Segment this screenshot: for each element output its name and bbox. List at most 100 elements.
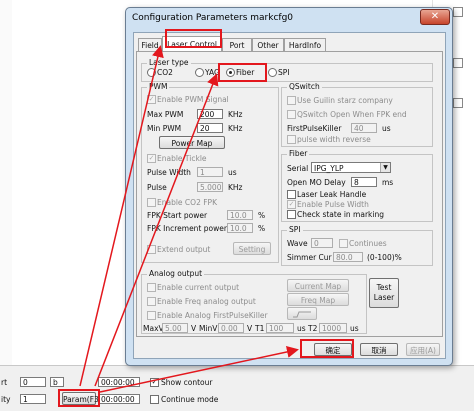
laser-leak-handle-checkbox[interactable] bbox=[287, 190, 296, 199]
background-checkbox[interactable] bbox=[453, 98, 463, 108]
continue-mode-checkbox[interactable] bbox=[150, 395, 159, 404]
use-guilin-label: Use Guilin starz company bbox=[297, 96, 393, 105]
pulse-width-reverse-label: pulse width reverse bbox=[297, 135, 371, 144]
wave-label: Wave bbox=[287, 239, 308, 248]
radio-co2-label: CO2 bbox=[157, 68, 173, 77]
check-state-checkbox[interactable] bbox=[287, 210, 296, 219]
radio-yag[interactable] bbox=[195, 68, 204, 77]
enable-current-output-checkbox[interactable] bbox=[147, 283, 156, 292]
max-pwm-input[interactable]: 200 bbox=[197, 109, 223, 119]
open-mo-delay-input[interactable]: 8 bbox=[351, 177, 377, 187]
simmer-cur-input[interactable]: 80.0 bbox=[333, 252, 363, 262]
show-contour-checkbox[interactable]: ✓ bbox=[150, 378, 159, 387]
enable-tickle-checkbox[interactable]: ✓ bbox=[147, 154, 156, 163]
max-v-unit: V bbox=[191, 324, 197, 333]
pulse-width-label: Pulse Width bbox=[147, 168, 191, 177]
row1-time-field[interactable]: 00:00:00 bbox=[98, 377, 140, 387]
simmer-cur-unit: (0-100)% bbox=[367, 253, 402, 262]
row2-time-field[interactable]: 00:00:00 bbox=[98, 394, 140, 404]
t1-unit: us bbox=[297, 324, 306, 333]
tab-other[interactable]: Other bbox=[252, 38, 284, 52]
row2-value-field[interactable]: 1 bbox=[20, 394, 46, 404]
freq-map-button[interactable]: Freq Map bbox=[287, 293, 349, 306]
max-v-label: MaxV bbox=[143, 324, 164, 333]
enable-pwm-signal-checkbox[interactable]: ✓ bbox=[147, 95, 156, 104]
close-button[interactable]: ✕ bbox=[420, 9, 450, 25]
dialog-title: Configuration Parameters markcfg0 bbox=[132, 13, 294, 23]
enable-freq-analog-checkbox[interactable] bbox=[147, 297, 156, 306]
min-pwm-input[interactable]: 20 bbox=[197, 123, 223, 133]
max-pwm-label: Max PWM bbox=[147, 110, 184, 119]
dialog-titlebar[interactable]: Configuration Parameters markcfg0 ✕ bbox=[126, 8, 452, 30]
close-icon: ✕ bbox=[430, 11, 440, 22]
enable-pulse-width-label: Enable Pulse Width bbox=[297, 200, 369, 209]
current-map-button[interactable]: Current Map bbox=[287, 279, 349, 292]
min-v-unit: V bbox=[247, 324, 253, 333]
max-pwm-unit: KHz bbox=[228, 110, 243, 119]
test-laser-button[interactable]: Test Laser bbox=[369, 278, 399, 308]
pulse-width-input[interactable]: 1 bbox=[197, 167, 223, 177]
fpk-start-power-input[interactable]: 10.0 bbox=[227, 210, 253, 220]
continue-mode-label: Continue mode bbox=[161, 395, 219, 404]
dialog-client-area: Field Laser Control Port Other HardInfo … bbox=[133, 32, 446, 359]
row1-value-field[interactable]: 0 bbox=[20, 377, 46, 387]
first-pulse-killer-unit: us bbox=[382, 124, 391, 133]
row1-label: rt bbox=[1, 378, 8, 387]
waveform-button[interactable] bbox=[287, 307, 317, 320]
continues-checkbox[interactable] bbox=[339, 239, 348, 248]
laser-leak-handle-label: Laser Leak Handle bbox=[297, 190, 367, 199]
row2-label: ity bbox=[1, 395, 11, 404]
annotation-box-ok-button bbox=[300, 339, 354, 358]
pulse-input[interactable]: 5.000 bbox=[197, 182, 223, 192]
extend-output-checkbox[interactable] bbox=[147, 245, 156, 254]
enable-pulse-width-checkbox[interactable]: ✓ bbox=[287, 200, 296, 209]
min-v-input[interactable]: 0.00 bbox=[218, 323, 244, 333]
first-pulse-killer-input[interactable]: 40 bbox=[351, 123, 377, 133]
fpk-increment-power-label: FPK Increment power bbox=[147, 224, 227, 233]
setting-button[interactable]: Setting bbox=[233, 242, 271, 255]
fpk-increment-power-unit: % bbox=[258, 224, 266, 233]
tab-hardinfo[interactable]: HardInfo bbox=[284, 38, 326, 52]
annotation-box-laser-control-tab bbox=[165, 29, 222, 48]
background-checkbox[interactable] bbox=[453, 58, 463, 68]
power-map-button[interactable]: Power Map bbox=[159, 136, 225, 149]
qswitch-open-checkbox[interactable] bbox=[287, 110, 296, 119]
min-pwm-unit: KHz bbox=[228, 124, 243, 133]
radio-spi-label: SPI bbox=[278, 68, 290, 77]
apply-button[interactable]: 应用(A) bbox=[406, 343, 440, 356]
t1-input[interactable]: 100 bbox=[266, 323, 294, 333]
tab-field[interactable]: Field bbox=[138, 38, 162, 52]
t1-label: T1 bbox=[255, 324, 265, 333]
waveform-icon bbox=[293, 311, 311, 318]
enable-freq-analog-label: Enable Freq analog output bbox=[157, 297, 256, 306]
pulse-width-unit: us bbox=[228, 168, 237, 177]
annotation-box-fiber-radio bbox=[218, 63, 267, 82]
enable-analog-fpk-checkbox[interactable] bbox=[147, 311, 156, 320]
tab-port[interactable]: Port bbox=[222, 38, 252, 52]
enable-pwm-signal-label: Enable PWM Signal bbox=[157, 95, 229, 104]
t2-input[interactable]: 1000 bbox=[319, 323, 347, 333]
simmer-cur-label: Simmer Cur bbox=[287, 253, 332, 262]
min-v-label: MinV bbox=[199, 324, 218, 333]
max-v-input[interactable]: 5.00 bbox=[162, 323, 188, 333]
enable-analog-fpk-label: Enable Analog FirstPulseKiller bbox=[157, 311, 268, 320]
configuration-dialog: Configuration Parameters markcfg0 ✕ Fiel… bbox=[125, 7, 453, 366]
background-checkbox[interactable] bbox=[453, 7, 463, 17]
use-guilin-checkbox[interactable] bbox=[287, 96, 296, 105]
open-mo-delay-unit: ms bbox=[382, 178, 394, 187]
serial-select[interactable]: IPG_YLP ▼ bbox=[311, 162, 391, 173]
extend-output-label: Extend output bbox=[157, 245, 211, 254]
wave-input[interactable]: 0 bbox=[311, 238, 333, 248]
cancel-button[interactable]: 取消 bbox=[360, 343, 398, 356]
radio-co2[interactable] bbox=[147, 68, 156, 77]
pwm-group-label: PWM bbox=[147, 82, 170, 91]
enable-current-output-label: Enable current output bbox=[157, 283, 240, 292]
radio-spi[interactable] bbox=[268, 68, 277, 77]
row1-value2-field[interactable]: b bbox=[50, 377, 64, 387]
pulse-unit: KHz bbox=[228, 183, 243, 192]
enable-co2-fpk-label: Enable CO2 FPK bbox=[157, 198, 217, 207]
fpk-increment-power-input[interactable]: 10.0 bbox=[227, 223, 253, 233]
pulse-width-reverse-checkbox[interactable] bbox=[287, 135, 296, 144]
enable-co2-fpk-checkbox[interactable] bbox=[147, 198, 156, 207]
pulse-label: Pulse bbox=[147, 183, 167, 192]
